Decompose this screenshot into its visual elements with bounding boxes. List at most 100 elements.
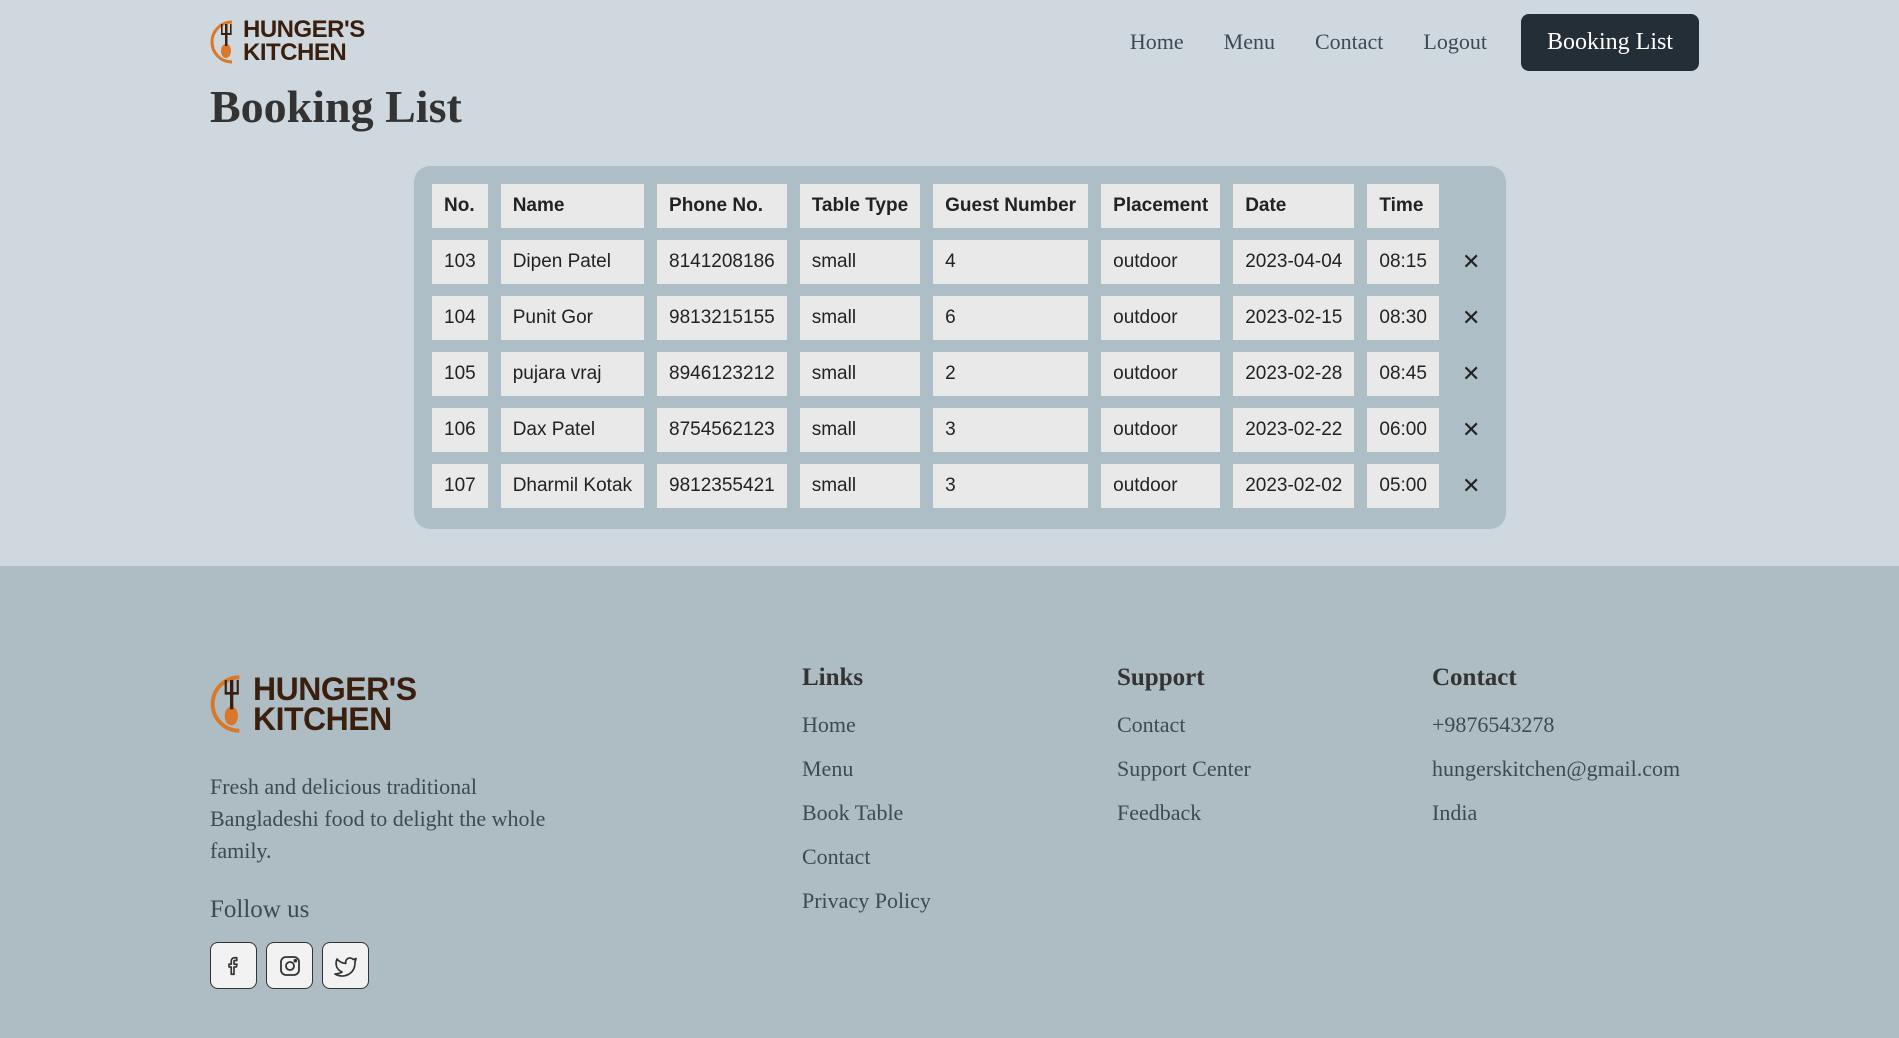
header-placement: Placement — [1101, 184, 1221, 228]
delete-booking-icon[interactable]: ✕ — [1452, 296, 1490, 340]
cell-placement: outdoor — [1101, 408, 1221, 452]
cell-date: 2023-02-15 — [1233, 296, 1355, 340]
cell-guest-number: 3 — [933, 464, 1089, 508]
utensils-logo-icon — [210, 20, 233, 64]
header-guest-number: Guest Number — [933, 184, 1089, 228]
footer-link-menu[interactable]: Menu — [802, 756, 931, 782]
table-header-row: No. Name Phone No. Table Type Guest Numb… — [432, 184, 1490, 228]
cell-date: 2023-02-28 — [1233, 352, 1355, 396]
header-time: Time — [1367, 184, 1439, 228]
cell-time: 08:15 — [1367, 240, 1439, 284]
twitter-button[interactable] — [322, 942, 369, 989]
cell-time: 05:00 — [1367, 464, 1439, 508]
footer-link-home[interactable]: Home — [802, 712, 931, 738]
footer-support-contact[interactable]: Contact — [1117, 712, 1251, 738]
cell-table-type: small — [799, 296, 921, 340]
cell-no: 107 — [432, 464, 488, 508]
header-logo[interactable]: HUNGER'S KITCHEN — [210, 18, 365, 66]
footer-link-contact[interactable]: Contact — [802, 844, 931, 870]
cell-time: 08:30 — [1367, 296, 1439, 340]
nav-home[interactable]: Home — [1130, 29, 1184, 55]
page-title: Booking List — [210, 81, 462, 132]
delete-booking-icon[interactable]: ✕ — [1452, 352, 1490, 396]
footer-contact-phone: +9876543278 — [1432, 712, 1555, 737]
header-phone: Phone No. — [657, 184, 787, 228]
cell-placement: outdoor — [1101, 464, 1221, 508]
utensils-logo-icon — [210, 675, 240, 733]
site-header: HUNGER'S KITCHEN Home Menu Contact Logou… — [210, 12, 1699, 72]
cell-name: Dipen Patel — [500, 240, 645, 284]
delete-booking-icon[interactable]: ✕ — [1452, 240, 1490, 284]
footer-link-book-table[interactable]: Book Table — [802, 800, 931, 826]
cell-name: Dharmil Kotak — [500, 464, 645, 508]
cell-table-type: small — [799, 464, 921, 508]
cell-phone: 8754562123 — [657, 408, 787, 452]
logo-line-1: HUNGER'S — [253, 670, 417, 707]
cell-no: 106 — [432, 408, 488, 452]
footer-contact-location: India — [1432, 800, 1478, 825]
instagram-icon — [279, 955, 300, 976]
cell-phone: 8141208186 — [657, 240, 787, 284]
footer-contact-email: hungerskitchen@gmail.com — [1432, 756, 1681, 781]
booking-table-panel: No. Name Phone No. Table Type Guest Numb… — [414, 166, 1506, 529]
logo-line-2: KITCHEN — [243, 39, 347, 66]
facebook-icon — [227, 956, 238, 975]
twitter-icon — [333, 956, 357, 977]
header-date: Date — [1233, 184, 1355, 228]
cell-time: 06:00 — [1367, 408, 1439, 452]
cell-date: 2023-02-22 — [1233, 408, 1355, 452]
footer-support-title: Support — [1117, 664, 1205, 691]
delete-booking-icon[interactable]: ✕ — [1452, 464, 1490, 508]
delete-booking-icon[interactable]: ✕ — [1452, 408, 1490, 452]
footer-links-title: Links — [802, 664, 864, 691]
nav-contact[interactable]: Contact — [1315, 29, 1383, 55]
nav-menu[interactable]: Menu — [1224, 29, 1275, 55]
facebook-button[interactable] — [210, 942, 257, 989]
footer-support-feedback[interactable]: Feedback — [1117, 800, 1251, 826]
social-links — [210, 942, 369, 989]
footer-links-column: Links Home Menu Book Table Contact Priva… — [802, 664, 931, 932]
follow-us-label: Follow us — [210, 896, 310, 923]
cell-guest-number: 2 — [933, 352, 1089, 396]
cell-table-type: small — [799, 240, 921, 284]
header-table-type: Table Type — [799, 184, 921, 228]
footer-logo[interactable]: HUNGER'S KITCHEN — [210, 671, 417, 737]
header-actions — [1452, 184, 1490, 228]
table-row: 105 pujara vraj 8946123212 small 2 outdo… — [432, 352, 1490, 396]
cell-date: 2023-02-02 — [1233, 464, 1355, 508]
cell-phone: 9812355421 — [657, 464, 787, 508]
cell-table-type: small — [799, 408, 921, 452]
cell-placement: outdoor — [1101, 352, 1221, 396]
table-row: 104 Punit Gor 9813215155 small 6 outdoor… — [432, 296, 1490, 340]
table-row: 103 Dipen Patel 8141208186 small 4 outdo… — [432, 240, 1490, 284]
table-row: 107 Dharmil Kotak 9812355421 small 3 out… — [432, 464, 1490, 508]
footer-link-privacy-policy[interactable]: Privacy Policy — [802, 888, 931, 914]
booking-table: No. Name Phone No. Table Type Guest Numb… — [419, 172, 1503, 520]
cell-guest-number: 3 — [933, 408, 1089, 452]
cell-no: 103 — [432, 240, 488, 284]
cell-date: 2023-04-04 — [1233, 240, 1355, 284]
footer-contact-title: Contact — [1432, 664, 1517, 691]
cell-time: 08:45 — [1367, 352, 1439, 396]
cell-phone: 9813215155 — [657, 296, 787, 340]
footer-description: Fresh and delicious traditional Banglade… — [210, 774, 546, 863]
cell-guest-number: 6 — [933, 296, 1089, 340]
table-row: 106 Dax Patel 8754562123 small 3 outdoor… — [432, 408, 1490, 452]
footer-support-column: Support Contact Support Center Feedback — [1117, 664, 1251, 844]
cell-name: pujara vraj — [500, 352, 645, 396]
header-name: Name — [500, 184, 645, 228]
logo-line-2: KITCHEN — [253, 701, 392, 737]
cell-phone: 8946123212 — [657, 352, 787, 396]
cell-guest-number: 4 — [933, 240, 1089, 284]
cell-no: 104 — [432, 296, 488, 340]
page: HUNGER'S KITCHEN Home Menu Contact Logou… — [0, 0, 1899, 1038]
footer-contact-column: Contact +9876543278 hungerskitchen@gmail… — [1432, 664, 1680, 844]
footer-support-center[interactable]: Support Center — [1117, 756, 1251, 782]
instagram-button[interactable] — [266, 942, 313, 989]
booking-list-button[interactable]: Booking List — [1520, 13, 1699, 71]
nav-logout[interactable]: Logout — [1423, 29, 1487, 55]
site-footer: HUNGER'S KITCHEN Fresh and delicious tra… — [0, 566, 1899, 1038]
header-no: No. — [432, 184, 488, 228]
cell-name: Dax Patel — [500, 408, 645, 452]
cell-placement: outdoor — [1101, 296, 1221, 340]
